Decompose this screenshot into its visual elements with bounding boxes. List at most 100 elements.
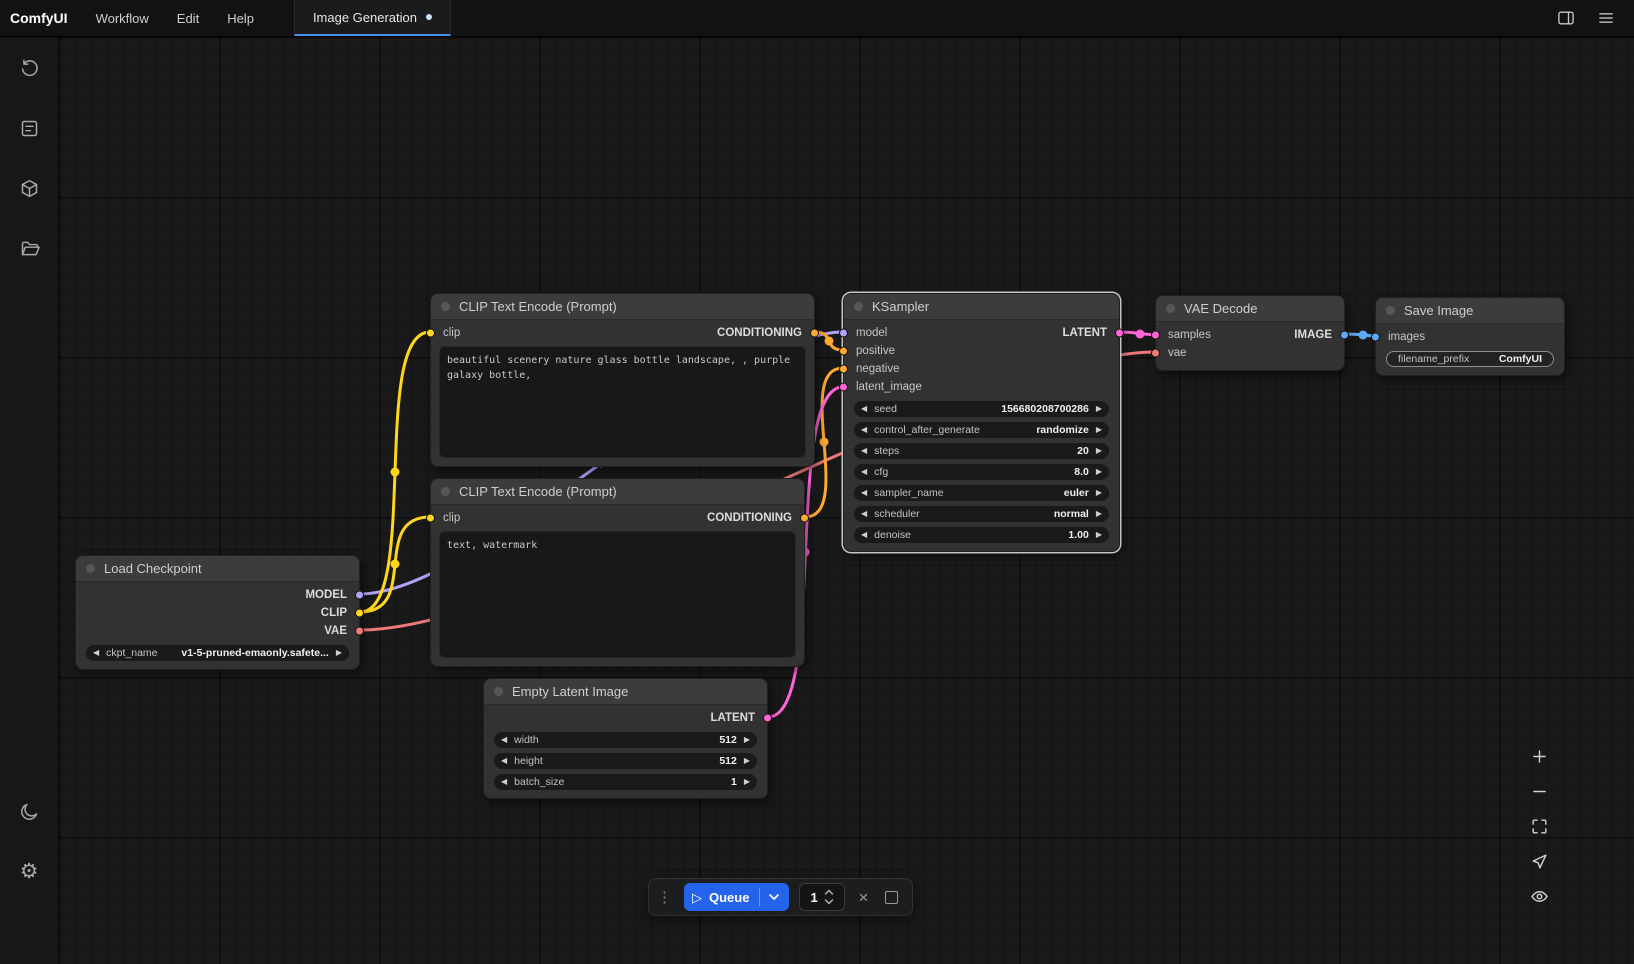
node-load-checkpoint[interactable]: Load Checkpoint MODEL CLIP VAE ◀ ckpt_na…: [75, 555, 360, 670]
node-graph-canvas[interactable]: Load Checkpoint MODEL CLIP VAE ◀ ckpt_na…: [59, 37, 1634, 964]
node-clip-text-encode-positive[interactable]: CLIP Text Encode (Prompt) clip CONDITION…: [430, 293, 815, 467]
output-port-vae[interactable]: [355, 627, 364, 636]
input-port-images[interactable]: [1371, 333, 1380, 342]
prompt-text-area[interactable]: text, watermark: [439, 531, 796, 658]
input-port-positive[interactable]: [839, 347, 848, 356]
next-value-icon[interactable]: ▶: [1096, 489, 1102, 497]
link-midpoint-dot[interactable]: [391, 468, 400, 477]
prev-value-icon[interactable]: ◀: [861, 426, 867, 434]
queue-button[interactable]: ▷ Queue: [684, 883, 789, 911]
widget-batch-size[interactable]: ◀ batch_size 1 ▶: [494, 774, 757, 790]
collapse-dot[interactable]: [441, 487, 450, 496]
node-save-image[interactable]: Save Image images filename_prefix ComfyU…: [1375, 297, 1565, 376]
workflows-folder-icon[interactable]: [11, 230, 47, 266]
increment-icon[interactable]: ▶: [1096, 468, 1102, 476]
widget-filename-prefix[interactable]: filename_prefix ComfyUI: [1386, 351, 1554, 367]
toggle-visibility-eye-icon[interactable]: [1526, 884, 1552, 908]
widget-control-after-generate[interactable]: ◀ control_after_generate randomize ▶: [854, 422, 1109, 438]
link-midpoint-dot[interactable]: [820, 438, 829, 447]
node-vae-decode[interactable]: VAE Decode samples IMAGE vae: [1155, 295, 1345, 371]
link-midpoint-dot[interactable]: [391, 560, 400, 569]
widget-sampler-name[interactable]: ◀ sampler_name euler ▶: [854, 485, 1109, 501]
input-port-clip[interactable]: [426, 329, 435, 338]
widget-scheduler[interactable]: ◀ scheduler normal ▶: [854, 506, 1109, 522]
menu-help[interactable]: Help: [213, 0, 268, 36]
increment-icon[interactable]: ▶: [1096, 531, 1102, 539]
input-port-vae[interactable]: [1151, 349, 1160, 358]
collapse-dot[interactable]: [441, 302, 450, 311]
node-header[interactable]: Load Checkpoint: [76, 556, 359, 582]
batch-count-input[interactable]: 1: [799, 883, 845, 911]
increment-icon[interactable]: ▶: [744, 736, 750, 744]
prev-value-icon[interactable]: ◀: [861, 489, 867, 497]
toggle-panel-icon[interactable]: [1556, 8, 1576, 28]
widget-cfg[interactable]: ◀ cfg 8.0 ▶: [854, 464, 1109, 480]
decrement-icon[interactable]: ◀: [861, 447, 867, 455]
chevron-down-icon[interactable]: [767, 890, 781, 904]
drag-handle-icon[interactable]: ⋮: [655, 888, 674, 906]
queue-history-icon[interactable]: [11, 50, 47, 86]
settings-gear-icon[interactable]: ⚙: [11, 853, 47, 889]
widget-steps[interactable]: ◀ steps 20 ▶: [854, 443, 1109, 459]
increment-icon[interactable]: ▶: [744, 757, 750, 765]
widget-height[interactable]: ◀ height 512 ▶: [494, 753, 757, 769]
increment-icon[interactable]: ▶: [1096, 447, 1102, 455]
decrement-count-icon[interactable]: [824, 898, 834, 905]
prompt-text-area[interactable]: beautiful scenery nature glass bottle la…: [439, 346, 806, 458]
node-header[interactable]: VAE Decode: [1156, 296, 1344, 322]
decrement-icon[interactable]: ◀: [501, 778, 507, 786]
menu-edit[interactable]: Edit: [163, 0, 213, 36]
clear-queue-icon[interactable]: ×: [855, 889, 871, 906]
stop-button[interactable]: [885, 891, 898, 904]
increment-icon[interactable]: ▶: [744, 778, 750, 786]
output-port-image[interactable]: [1340, 331, 1349, 340]
increment-icon[interactable]: ▶: [1096, 405, 1102, 413]
widget-width[interactable]: ◀ width 512 ▶: [494, 732, 757, 748]
prev-value-icon[interactable]: ◀: [93, 649, 99, 657]
select-mode-cursor-icon[interactable]: [1526, 849, 1552, 873]
node-clip-text-encode-negative[interactable]: CLIP Text Encode (Prompt) clip CONDITION…: [430, 478, 805, 667]
collapse-dot[interactable]: [854, 302, 863, 311]
menu-workflow[interactable]: Workflow: [82, 0, 163, 36]
decrement-icon[interactable]: ◀: [501, 757, 507, 765]
collapse-dot[interactable]: [1166, 304, 1175, 313]
output-port-latent[interactable]: [1115, 329, 1124, 338]
link-midpoint-dot[interactable]: [1136, 330, 1145, 339]
next-value-icon[interactable]: ▶: [1096, 426, 1102, 434]
node-ksampler[interactable]: KSampler model LATENT positive negative …: [843, 293, 1120, 552]
zoom-out-icon[interactable]: [1526, 779, 1552, 803]
link-midpoint-dot[interactable]: [825, 337, 834, 346]
collapse-dot[interactable]: [494, 687, 503, 696]
tab-image-generation[interactable]: Image Generation: [294, 0, 451, 36]
hamburger-menu-icon[interactable]: [1596, 8, 1616, 28]
increment-count-icon[interactable]: [824, 889, 834, 896]
link-midpoint-dot[interactable]: [1359, 331, 1368, 340]
prev-value-icon[interactable]: ◀: [861, 510, 867, 518]
output-port-latent[interactable]: [763, 714, 772, 723]
node-header[interactable]: Save Image: [1376, 298, 1564, 324]
decrement-icon[interactable]: ◀: [501, 736, 507, 744]
node-header[interactable]: KSampler: [844, 294, 1119, 320]
next-value-icon[interactable]: ▶: [336, 649, 342, 657]
decrement-icon[interactable]: ◀: [861, 405, 867, 413]
node-library-icon[interactable]: [11, 110, 47, 146]
widget-seed[interactable]: ◀ seed 156680208700286 ▶: [854, 401, 1109, 417]
input-port-negative[interactable]: [839, 365, 848, 374]
theme-toggle-moon-icon[interactable]: [11, 793, 47, 829]
node-empty-latent-image[interactable]: Empty Latent Image LATENT ◀ width 512 ▶ …: [483, 678, 768, 799]
next-value-icon[interactable]: ▶: [1096, 510, 1102, 518]
decrement-icon[interactable]: ◀: [861, 531, 867, 539]
input-port-clip[interactable]: [426, 514, 435, 523]
output-port-conditioning[interactable]: [800, 514, 809, 523]
node-header[interactable]: CLIP Text Encode (Prompt): [431, 479, 804, 505]
input-port-latent-image[interactable]: [839, 383, 848, 392]
zoom-in-icon[interactable]: [1526, 744, 1552, 768]
input-port-samples[interactable]: [1151, 331, 1160, 340]
collapse-dot[interactable]: [1386, 306, 1395, 315]
output-port-conditioning[interactable]: [810, 329, 819, 338]
fit-view-icon[interactable]: [1526, 814, 1552, 838]
widget-ckpt-name[interactable]: ◀ ckpt_name v1-5-pruned-emaonly.safete..…: [86, 645, 349, 661]
model-library-icon[interactable]: [11, 170, 47, 206]
input-port-model[interactable]: [839, 329, 848, 338]
collapse-dot[interactable]: [86, 564, 95, 573]
